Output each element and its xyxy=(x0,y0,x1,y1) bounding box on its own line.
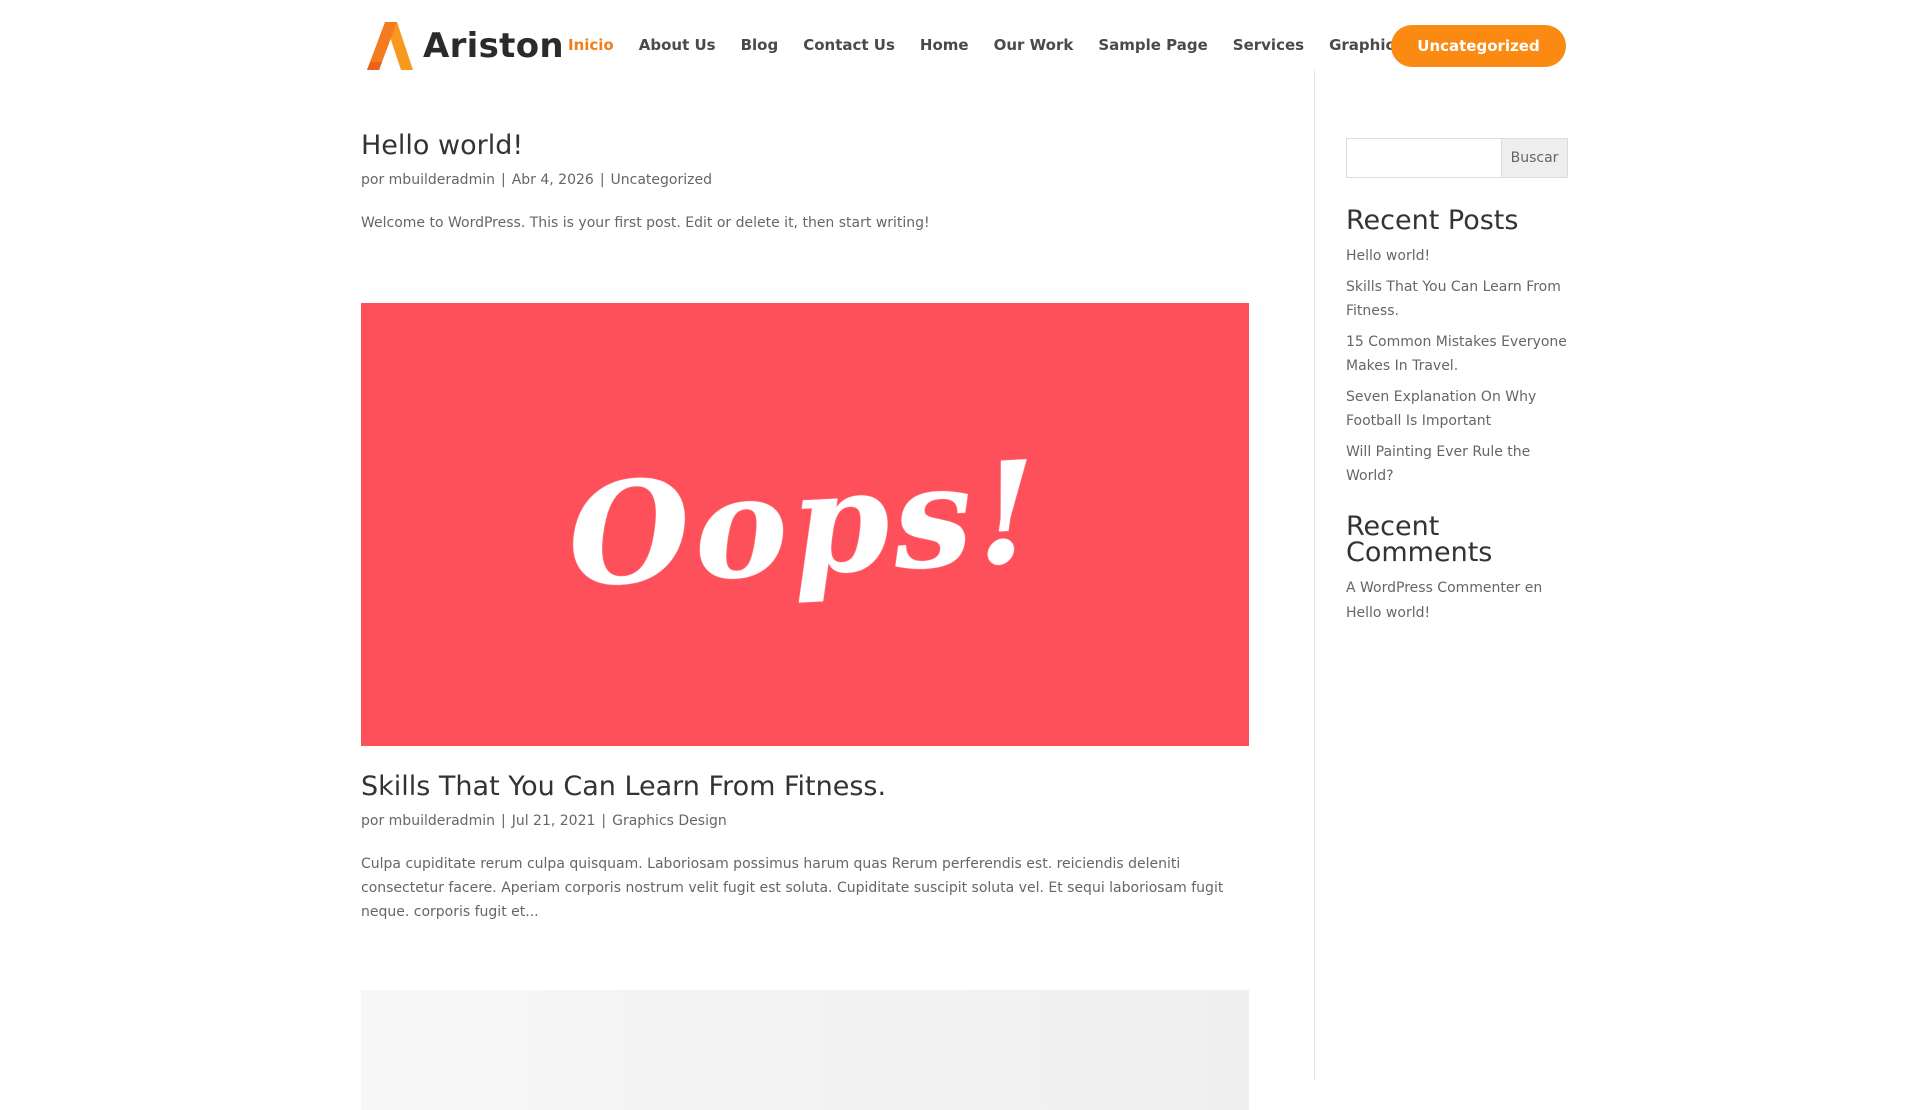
recent-post-link[interactable]: Skills That You Can Learn From Fitness. xyxy=(1346,275,1568,323)
recent-posts-title: Recent Posts xyxy=(1346,205,1519,236)
main-nav: Inicio About Us Blog Contact Us Home Our… xyxy=(568,36,1492,54)
featured-image-oops[interactable]: Oops! xyxy=(361,303,1249,746)
post-date: Abr 4, 2026 xyxy=(511,172,594,189)
post-author-link[interactable]: mbuilderadmin xyxy=(389,813,495,829)
nav-item-about-us[interactable]: About Us xyxy=(639,36,716,54)
post-meta: por mbuilderadmin | Abr 4, 2026 | Uncategori… xyxy=(361,172,712,189)
recent-comment-item: A WordPress Commenter en Hello world! xyxy=(1346,576,1568,626)
meta-prefix: por xyxy=(361,813,385,830)
uncategorized-cta-button[interactable]: Uncategorized xyxy=(1391,25,1566,67)
comment-author-link[interactable]: A WordPress Commenter xyxy=(1346,580,1520,596)
post-excerpt: Culpa cupiditate rerum culpa quisquam. L… xyxy=(361,856,1224,921)
post-excerpt: Welcome to WordPress. This is your first… xyxy=(361,215,930,232)
search-input[interactable] xyxy=(1346,138,1501,178)
logo-mark-icon xyxy=(367,22,413,70)
sidebar-divider xyxy=(1314,70,1315,1080)
meta-prefix: por xyxy=(361,172,385,189)
nav-item-blog[interactable]: Blog xyxy=(741,36,779,54)
post-category-link[interactable]: Uncategorized xyxy=(611,172,712,188)
recent-post-link[interactable]: Will Painting Ever Rule the World? xyxy=(1346,440,1568,488)
sidebar: Buscar Recent Posts Hello world! Skills … xyxy=(1346,138,1568,626)
recent-post-link[interactable]: Seven Explanation On Why Football Is Imp… xyxy=(1346,385,1568,433)
nav-item-services[interactable]: Services xyxy=(1233,36,1304,54)
logo-text: Ariston xyxy=(423,26,564,66)
nav-item-contact-us[interactable]: Contact Us xyxy=(803,36,895,54)
featured-image-next-post[interactable] xyxy=(361,990,1249,1110)
post-skills-fitness: Skills That You Can Learn From Fitness. … xyxy=(361,771,1249,924)
post-hello-world: Hello world! por mbuilderadmin | Abr 4, 20… xyxy=(361,130,1249,235)
recent-post-link[interactable]: 15 Common Mistakes Everyone Makes In Tra… xyxy=(1346,330,1568,378)
site-header: Ariston Inicio About Us Blog Contact Us … xyxy=(0,0,1920,92)
post-meta: por mbuilderadmin | Jul 21, 2021 | Graphics … xyxy=(361,813,727,830)
site-logo[interactable]: Ariston xyxy=(363,18,564,74)
post-category-link[interactable]: Graphics Design xyxy=(612,813,727,829)
featured-image-text: Oops! xyxy=(564,430,1046,619)
nav-item-inicio[interactable]: Inicio xyxy=(568,36,614,54)
comment-post-link[interactable]: Hello world! xyxy=(1346,605,1430,621)
nav-item-home[interactable]: Home xyxy=(920,36,969,54)
recent-post-link[interactable]: Hello world! xyxy=(1346,244,1568,268)
recent-posts-list: Hello world! Skills That You Can Learn F… xyxy=(1346,244,1568,488)
post-author-link[interactable]: mbuilderadmin xyxy=(389,172,495,188)
post-date: Jul 21, 2021 xyxy=(511,813,596,830)
nav-item-our-work[interactable]: Our Work xyxy=(994,36,1074,54)
post-title[interactable]: Hello world! xyxy=(361,130,1249,162)
nav-item-sample-page[interactable]: Sample Page xyxy=(1098,36,1207,54)
comment-joiner: en xyxy=(1524,580,1543,596)
recent-comments-title: Recent Comments xyxy=(1346,511,1493,568)
search-form: Buscar xyxy=(1346,138,1568,178)
post-title[interactable]: Skills That You Can Learn From Fitness. xyxy=(361,771,1249,803)
search-button[interactable]: Buscar xyxy=(1501,138,1568,178)
